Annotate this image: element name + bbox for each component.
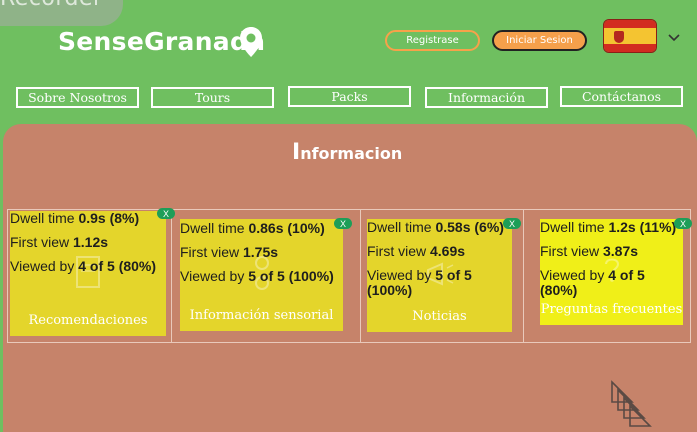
nav-sobre-nosotros[interactable]: Sobre Nosotros — [16, 87, 139, 108]
stacked-triangles-icon — [611, 380, 652, 427]
heatmap-stats: Dwell time 0.86s (10%) First view 1.75s … — [180, 220, 334, 284]
login-button[interactable]: Iniciar Sesion — [492, 30, 587, 51]
card-label: Preguntas frecuentes — [540, 302, 683, 317]
site-logo[interactable]: SenseGranada — [58, 27, 265, 56]
location-pin-icon — [240, 27, 262, 57]
card-divider — [171, 209, 172, 343]
nav-tours[interactable]: Tours — [151, 87, 274, 108]
close-badge[interactable]: X — [334, 218, 352, 229]
recorder-badge: Recorder — [0, 0, 123, 26]
spain-flag-icon[interactable] — [603, 19, 657, 53]
nav-contactanos[interactable]: Contáctanos — [560, 86, 683, 107]
card-label: Información sensorial — [189, 308, 334, 323]
heatmap-stats: Dwell time 0.58s (6%) First view 4.69s V… — [367, 219, 504, 298]
heatmap-stats: Dwell time 1.2s (11%) First view 3.87s V… — [540, 219, 677, 298]
card-divider — [360, 209, 361, 343]
chevron-down-icon[interactable] — [667, 31, 681, 45]
heatmap-stats: Dwell time 0.9s (8%) First view 1.12s Vi… — [10, 210, 157, 274]
nav-informacion[interactable]: Información — [425, 87, 548, 108]
card-divider — [523, 209, 524, 343]
card-label: Noticias — [412, 309, 467, 324]
close-badge[interactable]: X — [503, 218, 521, 229]
close-badge[interactable]: X — [674, 218, 692, 229]
page-title: Informacion — [292, 140, 403, 165]
register-button[interactable]: Registrase — [385, 30, 480, 51]
recorder-label: Recorder — [0, 0, 103, 11]
nav-packs[interactable]: Packs — [288, 86, 411, 107]
close-badge[interactable]: X — [157, 208, 175, 219]
card-label: Recomendaciones — [28, 313, 148, 328]
